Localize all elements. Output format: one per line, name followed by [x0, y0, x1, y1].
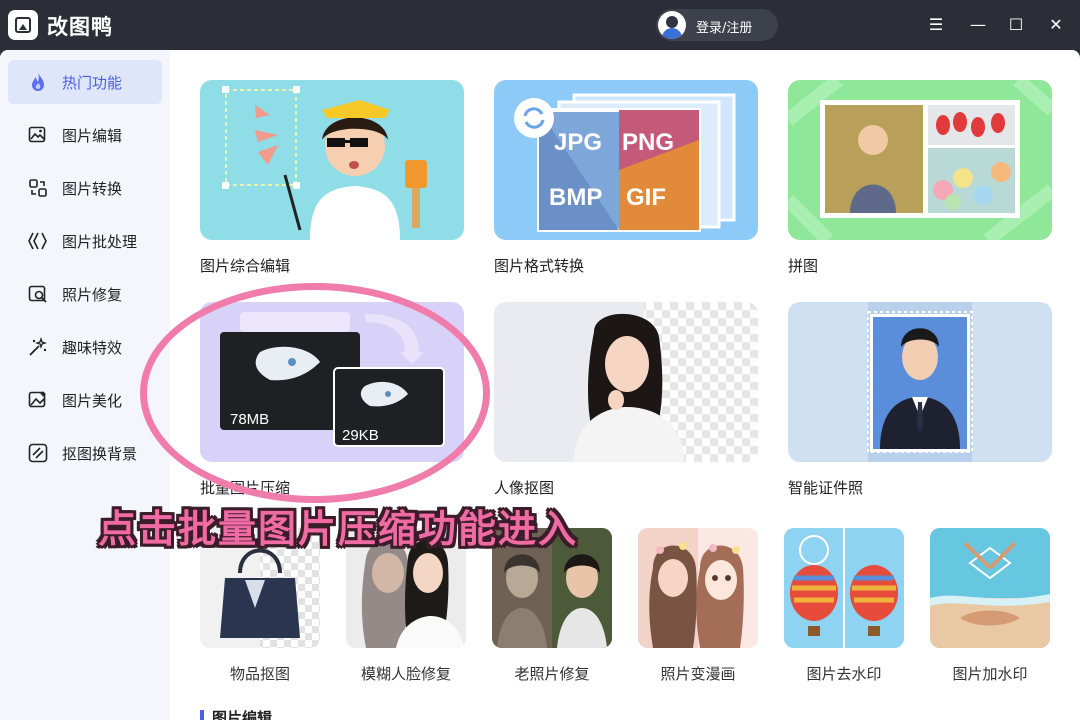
sidebar-item-label: 图片美化 [62, 392, 123, 410]
balloon-remove-watermark-illustration [784, 528, 904, 648]
sidebar-item-cutout[interactable]: 抠图换背景 [8, 431, 162, 475]
app-title: 改图鸭 [47, 15, 113, 39]
format-convert-illustration: JPG PNG BMP GIF [514, 93, 736, 232]
beach-add-watermark-illustration [930, 528, 1050, 648]
card-label: 照片变漫画 [660, 665, 736, 683]
format-gif: GIF [626, 184, 666, 211]
magic-wand-icon [29, 337, 48, 356]
batch-icon [28, 232, 47, 250]
section-heading: 图片编辑 [212, 709, 273, 720]
sidebar-item-photo-repair[interactable]: 照片修复 [8, 272, 162, 316]
beautify-icon [28, 391, 46, 408]
card-remove-watermark[interactable] [784, 528, 904, 648]
format-png: PNG [622, 129, 674, 156]
card-label: 智能证件照 [788, 479, 864, 497]
highlight-ellipse [140, 283, 490, 503]
cartoon-illustration [638, 528, 758, 648]
sidebar-item-hot[interactable]: 热门功能 [8, 60, 162, 104]
convert-icon [29, 179, 47, 197]
collage-illustration [788, 80, 1052, 240]
annotation-text: 点击批量图片压缩功能进入 [98, 507, 579, 551]
card-label: 物品抠图 [229, 665, 290, 683]
card-label: 图片综合编辑 [200, 257, 291, 275]
sidebar-item-image-edit[interactable]: 图片编辑 [8, 113, 162, 157]
card-label: 图片去水印 [806, 665, 882, 683]
card-label: 模糊人脸修复 [360, 665, 451, 683]
sidebar-item-label: 图片批处理 [62, 233, 138, 251]
sidebar-item-label: 抠图换背景 [62, 445, 138, 463]
sidebar-item-label: 照片修复 [62, 286, 123, 304]
sidebar-item-batch[interactable]: 图片批处理 [8, 219, 162, 263]
format-bmp: BMP [549, 184, 602, 211]
card-portrait-cutout[interactable] [494, 302, 758, 462]
sidebar-item-label: 热门功能 [62, 74, 123, 92]
card-label: 拼图 [788, 257, 819, 275]
girl-with-brush-illustration [222, 86, 427, 240]
card-label: 老照片修复 [514, 665, 590, 683]
card-photo-to-cartoon[interactable] [638, 528, 758, 648]
login-button[interactable]: 登录/注册 [656, 9, 778, 41]
card-id-photo[interactable] [788, 302, 1052, 462]
sidebar-item-label: 趣味特效 [62, 339, 123, 357]
close-button[interactable]: ✕ [1044, 13, 1068, 37]
sidebar-item-label: 图片转换 [62, 180, 123, 198]
sidebar-item-beautify[interactable]: 图片美化 [8, 378, 162, 422]
card-image-comprehensive-edit[interactable] [200, 80, 464, 240]
card-collage[interactable] [788, 80, 1052, 240]
sidebar-item-label: 图片编辑 [62, 127, 123, 145]
card-label: 人像抠图 [494, 479, 555, 497]
flame-icon [32, 73, 44, 91]
avatar-icon [658, 11, 686, 39]
photo-repair-icon [28, 285, 47, 303]
card-label: 图片加水印 [952, 665, 1028, 683]
app-logo-icon [8, 10, 38, 40]
maximize-button[interactable]: ☐ [1004, 13, 1028, 37]
title-bar: 改图鸭 登录/注册 ☰ — ☐ ✕ [0, 0, 1080, 50]
format-jpg: JPG [554, 129, 602, 156]
minimize-button[interactable]: — [966, 13, 990, 37]
cutout-icon [28, 443, 48, 463]
card-label: 图片格式转换 [494, 257, 585, 275]
id-photo-illustration [867, 302, 973, 462]
card-add-watermark[interactable] [930, 528, 1050, 648]
section-bar [200, 710, 204, 720]
image-edit-icon [28, 126, 46, 143]
portrait-cutout-illustration [494, 302, 758, 462]
sidebar-item-convert[interactable]: 图片转换 [8, 166, 162, 210]
sidebar-item-effects[interactable]: 趣味特效 [8, 325, 162, 369]
login-label: 登录/注册 [696, 21, 753, 36]
menu-button[interactable]: ☰ [924, 13, 948, 37]
card-format-convert[interactable]: JPG PNG BMP GIF [494, 80, 758, 240]
